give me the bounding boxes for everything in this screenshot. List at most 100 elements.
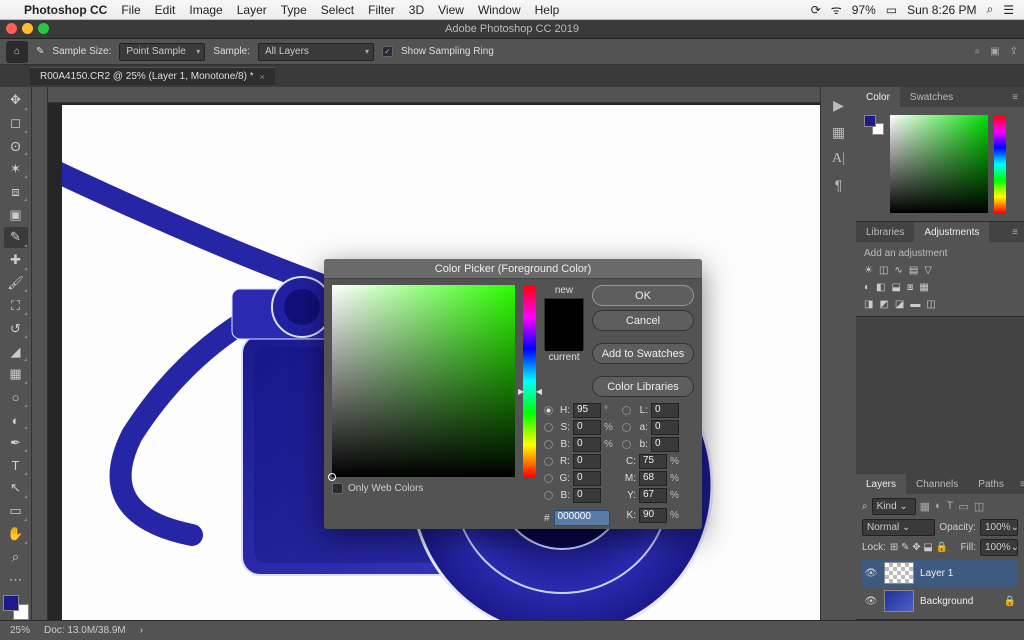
traffic-lights[interactable] [6, 23, 49, 34]
selcol-icon[interactable]: ◫ [926, 299, 935, 310]
hue-strip[interactable] [994, 115, 1006, 213]
dodge-tool[interactable]: ◐ [4, 410, 28, 431]
panel-menu-icon[interactable]: ≡ [1006, 222, 1024, 242]
blur-tool[interactable]: ○ [4, 387, 28, 408]
menu-type[interactable]: Type [281, 3, 307, 17]
chevron-right-icon[interactable]: › [140, 625, 143, 636]
menu-image[interactable]: Image [189, 3, 222, 17]
fill-field[interactable]: 100%⌄ [980, 539, 1018, 556]
levels-icon[interactable]: ◫ [879, 265, 888, 276]
close-icon[interactable] [6, 23, 17, 34]
menu-filter[interactable]: Filter [368, 3, 395, 17]
l-radio[interactable] [622, 406, 631, 415]
history-brush-tool[interactable]: ↺ [4, 318, 28, 339]
close-tab-icon[interactable]: × [260, 72, 265, 82]
share-icon[interactable]: ⇪ [1010, 46, 1018, 57]
filter-adj-icon[interactable]: ◐ [935, 500, 942, 513]
brightness-icon[interactable]: ☀ [864, 265, 873, 276]
layer-item[interactable]: 👁 Background 🔒 [862, 587, 1018, 615]
only-web-checkbox[interactable]: ✓ [332, 483, 343, 494]
fg-bg-mini[interactable] [864, 115, 884, 135]
shape-tool[interactable]: ▭ [4, 501, 28, 522]
search-icon[interactable]: ⌕ [862, 501, 868, 512]
filter-smart-icon[interactable]: ◫ [974, 500, 984, 513]
bb-radio[interactable] [544, 491, 553, 500]
visibility-icon[interactable]: 👁 [864, 596, 878, 607]
frame-tool[interactable]: ▣ [4, 204, 28, 225]
hue-icon[interactable]: ◐ [864, 282, 870, 293]
lasso-tool[interactable]: ʘ [4, 136, 28, 157]
menu-edit[interactable]: Edit [155, 3, 176, 17]
menu-help[interactable]: Help [535, 3, 560, 17]
marquee-tool[interactable]: ◻ [4, 113, 28, 134]
hex-field[interactable]: 000000 [554, 510, 610, 526]
s-radio[interactable] [544, 423, 553, 432]
layer-item[interactable]: 👁 Layer 1 [862, 559, 1018, 587]
curves-icon[interactable]: ∿ [894, 265, 902, 276]
tab-paths[interactable]: Paths [968, 474, 1014, 494]
lab-b-field[interactable]: 0 [651, 437, 679, 452]
filter-type-icon[interactable]: T [947, 500, 954, 513]
menu-3d[interactable]: 3D [409, 3, 424, 17]
home-button[interactable]: ⌂ [6, 41, 28, 63]
play-icon[interactable]: ▶ [833, 97, 844, 114]
tab-libraries[interactable]: Libraries [856, 222, 914, 242]
a-radio[interactable] [622, 423, 631, 432]
history-icon[interactable]: ▦ [832, 124, 845, 141]
posterize-icon[interactable]: ◩ [879, 299, 888, 310]
search-icon[interactable]: ⌕ [975, 46, 981, 57]
ok-button[interactable]: OK [592, 285, 694, 306]
tab-adjustments[interactable]: Adjustments [914, 222, 989, 242]
show-sampling-checkbox[interactable]: ✓ [382, 46, 393, 57]
hue-slider[interactable]: ▶◀ [523, 285, 536, 477]
panel-menu-icon[interactable]: ≡ [1014, 474, 1024, 494]
lock-icons[interactable]: ⊞ ✎ ✥ ⬓ 🔒 [890, 542, 948, 553]
menu-layer[interactable]: Layer [237, 3, 267, 17]
tab-channels[interactable]: Channels [906, 474, 968, 494]
k-field[interactable]: 90 [639, 508, 667, 523]
lab-b-radio[interactable] [622, 440, 631, 449]
blend-mode-select[interactable]: Normal ⌄ [862, 519, 935, 536]
bw-icon[interactable]: ◧ [876, 282, 885, 293]
opacity-field[interactable]: 100%⌄ [980, 519, 1018, 536]
app-name[interactable]: Photoshop CC [24, 3, 107, 17]
zoom-icon[interactable] [38, 23, 49, 34]
menu-view[interactable]: View [438, 3, 464, 17]
bv-field[interactable]: 0 [573, 437, 601, 452]
document-tab[interactable]: R00A4150.CR2 @ 25% (Layer 1, Monotone/8)… [30, 67, 275, 85]
tab-layers[interactable]: Layers [856, 474, 906, 494]
tab-color[interactable]: Color [856, 87, 900, 107]
h-field[interactable]: 95 [573, 403, 601, 418]
menu-file[interactable]: File [121, 3, 140, 17]
b-radio[interactable] [544, 440, 553, 449]
filter-kind[interactable]: Kind ⌄ [872, 498, 916, 515]
mixer-icon[interactable]: ⧆ [907, 282, 913, 293]
lut-icon[interactable]: ▦ [919, 282, 928, 293]
l-field[interactable]: 0 [651, 403, 679, 418]
doc-info[interactable]: Doc: 13.0M/38.9M [44, 625, 126, 636]
menu-window[interactable]: Window [478, 3, 521, 17]
fg-bg-swatch[interactable] [3, 595, 29, 620]
threshold-icon[interactable]: ◪ [895, 299, 904, 310]
minimize-icon[interactable] [22, 23, 33, 34]
hand-tool[interactable]: ✋ [4, 524, 28, 545]
menu-select[interactable]: Select [321, 3, 354, 17]
h-radio[interactable] [544, 406, 553, 415]
m-field[interactable]: 68 [639, 471, 667, 486]
bb-field[interactable]: 0 [573, 488, 601, 503]
vibrance-icon[interactable]: ▽ [924, 265, 932, 276]
move-tool[interactable]: ✥ [4, 90, 28, 111]
s-field[interactable]: 0 [573, 420, 601, 435]
sample-size-select[interactable]: Point Sample [119, 43, 205, 61]
crop-tool[interactable]: ⧈ [4, 181, 28, 202]
heal-tool[interactable]: ✚ [4, 250, 28, 271]
add-swatches-button[interactable]: Add to Swatches [592, 343, 694, 364]
eyedropper-icon[interactable]: ✎ [36, 46, 44, 57]
filter-shape-icon[interactable]: ▭ [958, 500, 968, 513]
quick-select-tool[interactable]: ✶ [4, 158, 28, 179]
exposure-icon[interactable]: ▤ [909, 265, 918, 276]
visibility-icon[interactable]: 👁 [864, 568, 878, 579]
stamp-tool[interactable]: ⛶ [4, 295, 28, 316]
list-icon[interactable]: ☰ [1003, 3, 1014, 17]
gradient-tool[interactable]: ▦ [4, 364, 28, 385]
